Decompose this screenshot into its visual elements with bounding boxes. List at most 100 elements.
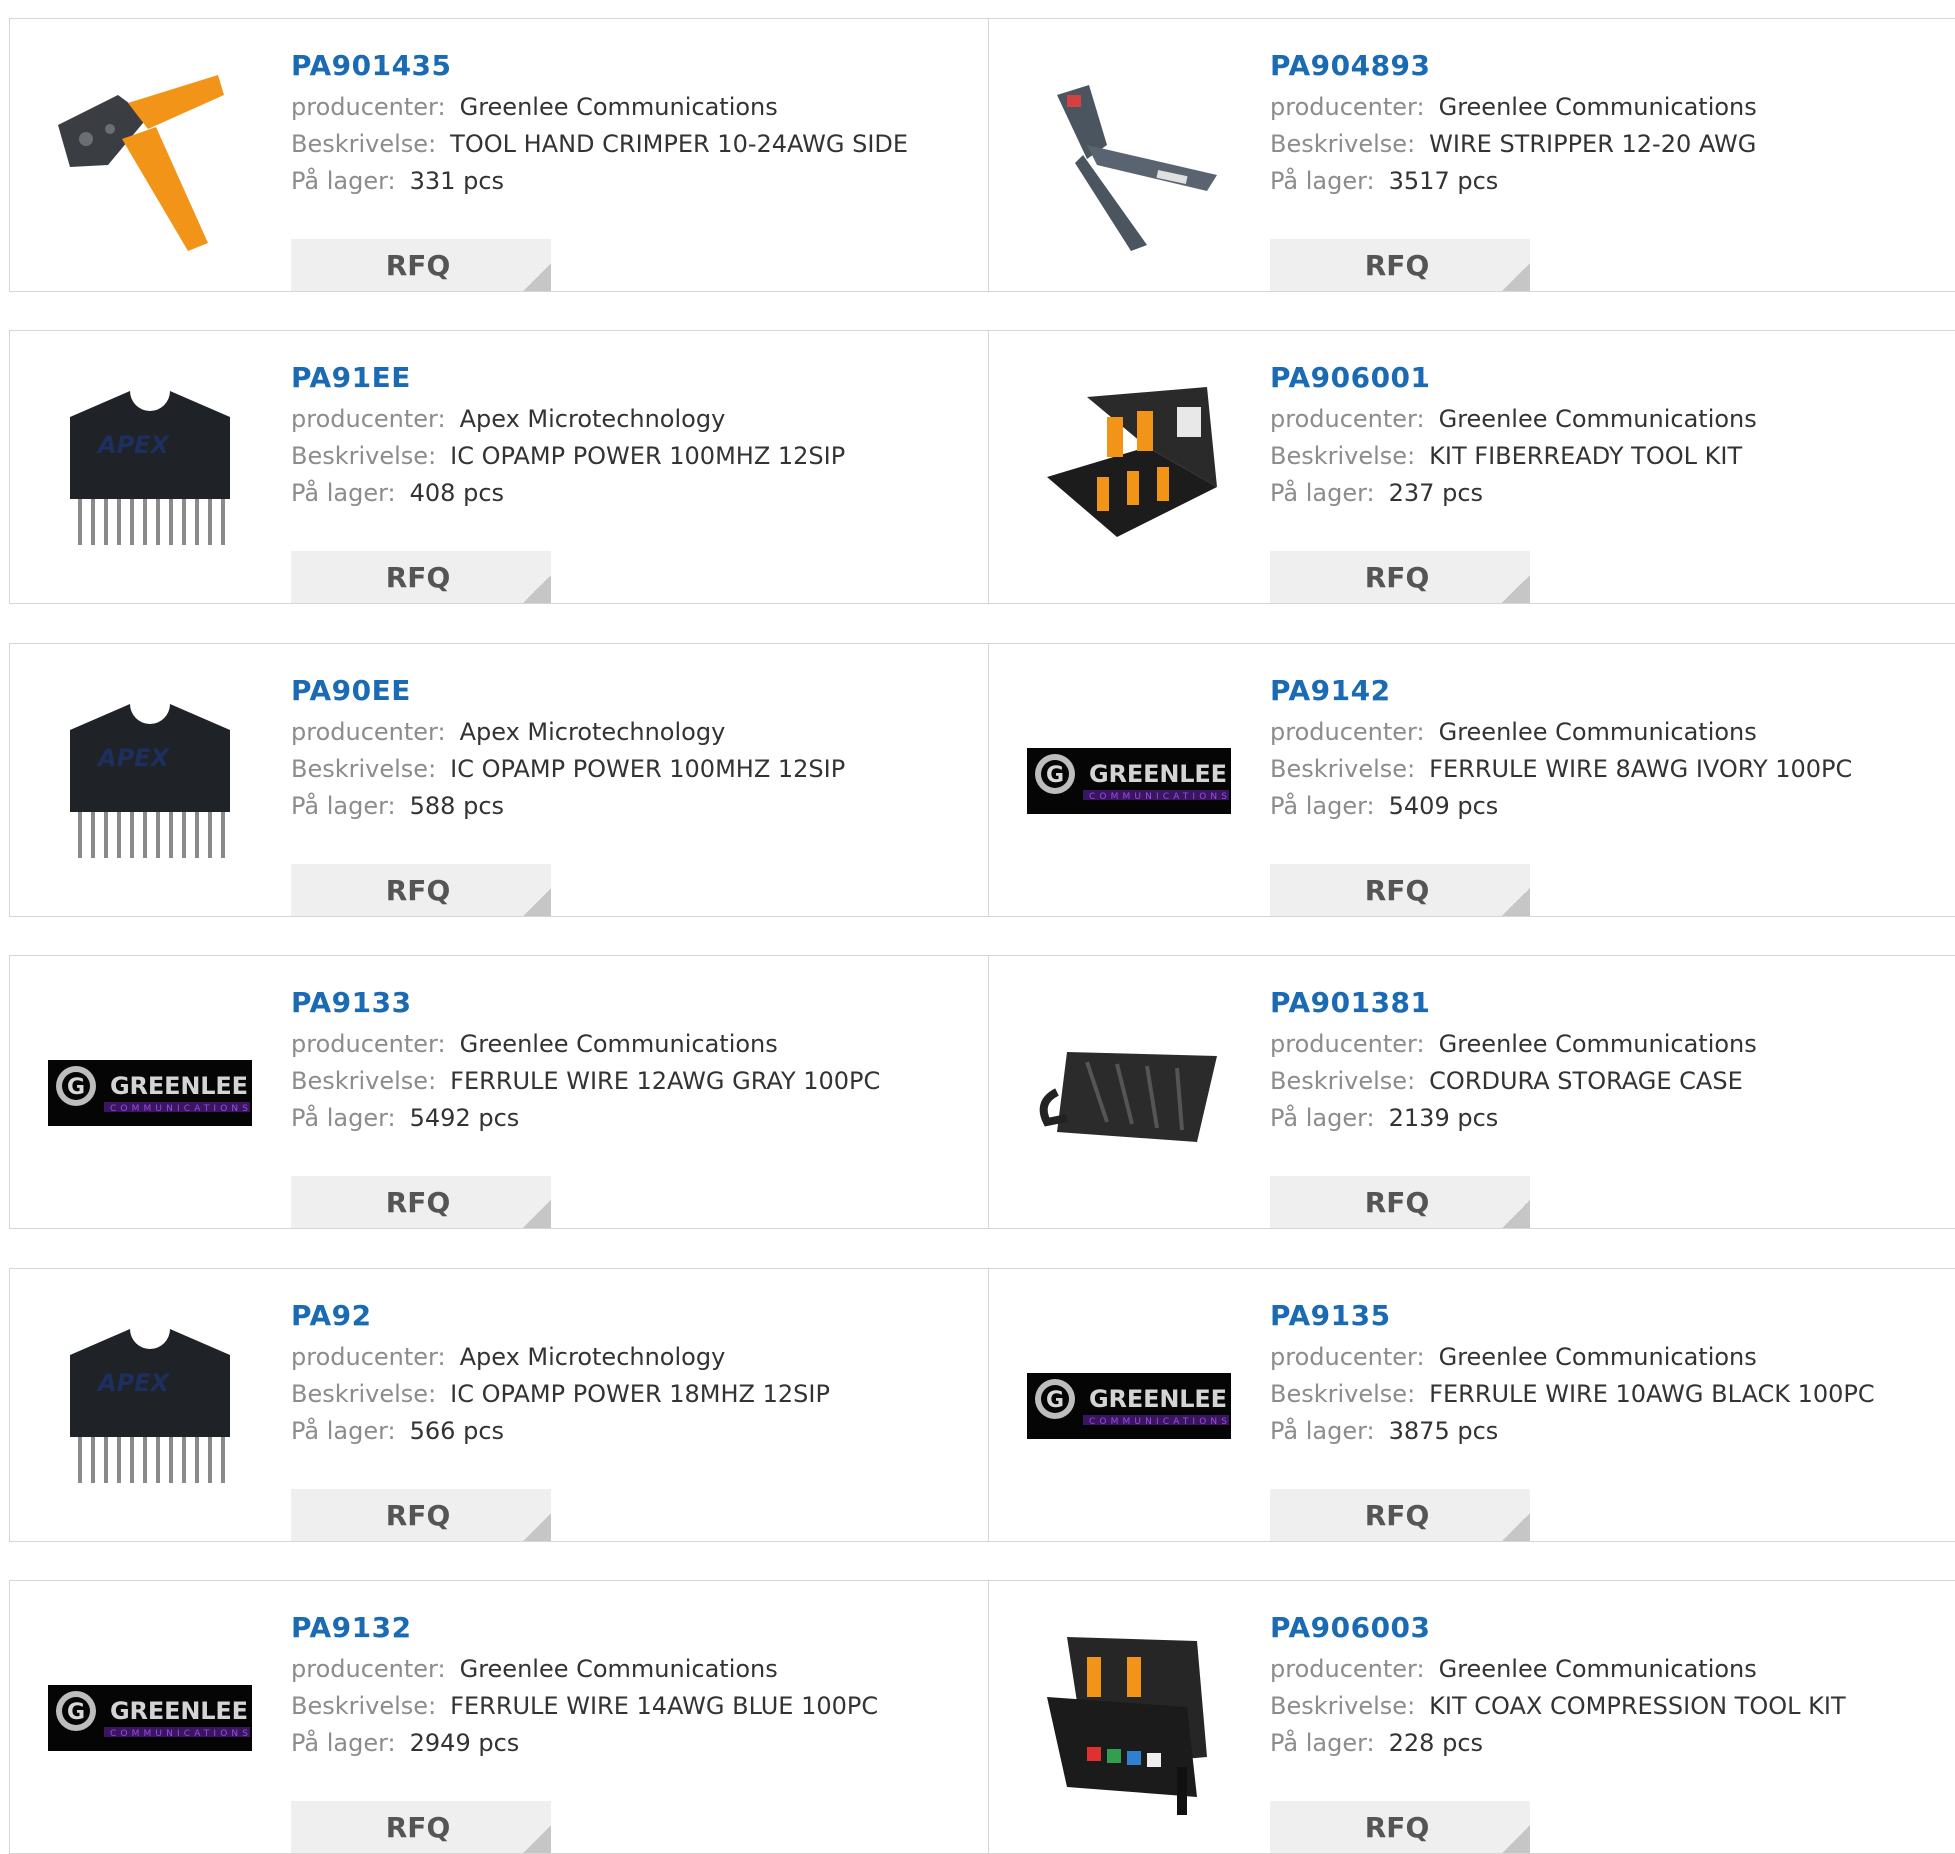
part-number-link[interactable]: PA901381 — [1270, 986, 1945, 1026]
svg-text:G: G — [1046, 763, 1064, 788]
product-info: PA9142 producenter: Greenlee Communicatio… — [1270, 674, 1945, 916]
description-line: Beskrivelse: FERRULE WIRE 10AWG BLACK 100… — [1270, 1376, 1945, 1413]
rfq-button[interactable]: RFQ — [291, 1176, 551, 1228]
manufacturer-line: producenter: Greenlee Communications — [1270, 89, 1945, 126]
rfq-button[interactable]: RFQ — [291, 551, 551, 603]
manufacturer-line: producenter: Greenlee Communications — [1270, 1339, 1945, 1376]
stock-line: På lager: 237 pcs — [1270, 475, 1945, 512]
product-image[interactable] — [1027, 367, 1231, 567]
stock-value: 228 pcs — [1388, 1729, 1484, 1757]
rfq-button[interactable]: RFQ — [1270, 551, 1530, 603]
part-number-link[interactable]: PA92 — [291, 1299, 978, 1339]
stock-line: På lager: 5492 pcs — [291, 1100, 978, 1137]
corner-fold-icon — [1502, 888, 1530, 916]
rfq-button[interactable]: RFQ — [1270, 239, 1530, 291]
product-info: PA904893 producenter: Greenlee Communicat… — [1270, 49, 1945, 291]
product-image[interactable]: APEX — [48, 680, 252, 880]
rfq-button-label: RFQ — [385, 560, 451, 594]
product-info: PA901381 producenter: Greenlee Communicat… — [1270, 986, 1945, 1228]
product-card: PA906003 producenter: Greenlee Communicat… — [988, 1580, 1955, 1854]
manufacturer-label: producenter: — [1270, 405, 1425, 433]
manufacturer-value: Greenlee Communications — [459, 1655, 778, 1683]
corner-fold-icon — [1502, 575, 1530, 603]
part-number-link[interactable]: PA9135 — [1270, 1299, 1945, 1339]
manufacturer-value: Greenlee Communications — [1438, 405, 1757, 433]
stock-label: På lager: — [291, 1417, 396, 1445]
svg-text:APEX: APEX — [96, 1369, 171, 1397]
corner-fold-icon — [523, 1513, 551, 1541]
rfq-button[interactable]: RFQ — [1270, 1489, 1530, 1541]
stock-value: 5409 pcs — [1388, 792, 1499, 820]
product-image[interactable] — [1027, 992, 1231, 1192]
manufacturer-label: producenter: — [291, 93, 446, 121]
corner-fold-icon — [523, 575, 551, 603]
rfq-button[interactable]: RFQ — [1270, 1176, 1530, 1228]
part-number-link[interactable]: PA904893 — [1270, 49, 1945, 89]
description-label: Beskrivelse: — [1270, 1692, 1416, 1720]
product-image[interactable] — [1027, 1617, 1231, 1817]
product-image[interactable] — [1027, 55, 1231, 255]
manufacturer-label: producenter: — [1270, 1655, 1425, 1683]
stock-label: På lager: — [1270, 1729, 1375, 1757]
part-number-link[interactable]: PA91EE — [291, 361, 978, 401]
rfq-button-label: RFQ — [385, 248, 451, 282]
manufacturer-value: Apex Microtechnology — [459, 718, 726, 746]
manufacturer-value: Apex Microtechnology — [459, 405, 726, 433]
manufacturer-line: producenter: Greenlee Communications — [291, 89, 978, 126]
part-number-link[interactable]: PA906003 — [1270, 1611, 1945, 1651]
manufacturer-value: Greenlee Communications — [1438, 1030, 1757, 1058]
part-number-link[interactable]: PA9133 — [291, 986, 978, 1026]
description-line: Beskrivelse: CORDURA STORAGE CASE — [1270, 1063, 1945, 1100]
description-line: Beskrivelse: FERRULE WIRE 8AWG IVORY 100P… — [1270, 751, 1945, 788]
product-image[interactable]: G GREENLEE COMMUNICATIONS — [48, 1617, 252, 1817]
corner-fold-icon — [523, 888, 551, 916]
rfq-button[interactable]: RFQ — [291, 864, 551, 916]
manufacturer-line: producenter: Apex Microtechnology — [291, 401, 978, 438]
rfq-button-label: RFQ — [1364, 560, 1430, 594]
rfq-button[interactable]: RFQ — [1270, 864, 1530, 916]
stock-line: På lager: 3517 pcs — [1270, 163, 1945, 200]
product-card: PA901435 producenter: Greenlee Communicat… — [9, 18, 989, 292]
product-image[interactable]: APEX — [48, 367, 252, 567]
stock-value: 237 pcs — [1388, 479, 1484, 507]
rfq-button[interactable]: RFQ — [291, 239, 551, 291]
description-value: IC OPAMP POWER 100MHZ 12SIP — [450, 755, 846, 783]
rfq-button[interactable]: RFQ — [1270, 1801, 1530, 1853]
stock-line: På lager: 5409 pcs — [1270, 788, 1945, 825]
product-info: PA901435 producenter: Greenlee Communicat… — [291, 49, 978, 291]
part-number-link[interactable]: PA90EE — [291, 674, 978, 714]
part-number-link[interactable]: PA906001 — [1270, 361, 1945, 401]
description-line: Beskrivelse: IC OPAMP POWER 100MHZ 12SIP — [291, 438, 978, 475]
product-card: PA901381 producenter: Greenlee Communicat… — [988, 955, 1955, 1229]
product-image[interactable] — [48, 55, 252, 255]
manufacturer-label: producenter: — [291, 405, 446, 433]
manufacturer-line: producenter: Greenlee Communications — [1270, 401, 1945, 438]
manufacturer-label: producenter: — [1270, 1030, 1425, 1058]
part-number-link[interactable]: PA901435 — [291, 49, 978, 89]
svg-text:GREENLEE: GREENLEE — [110, 1072, 248, 1100]
part-number-link[interactable]: PA9142 — [1270, 674, 1945, 714]
corner-fold-icon — [1502, 1513, 1530, 1541]
part-number-link[interactable]: PA9132 — [291, 1611, 978, 1651]
product-image[interactable]: G GREENLEE COMMUNICATIONS — [1027, 680, 1231, 880]
svg-text:G: G — [1046, 1388, 1064, 1413]
description-label: Beskrivelse: — [291, 1380, 437, 1408]
stock-value: 566 pcs — [409, 1417, 505, 1445]
rfq-button-label: RFQ — [385, 1498, 451, 1532]
product-image[interactable]: G GREENLEE COMMUNICATIONS — [1027, 1305, 1231, 1505]
svg-text:GREENLEE: GREENLEE — [1089, 1385, 1227, 1413]
product-card: PA906001 producenter: Greenlee Communicat… — [988, 330, 1955, 604]
product-card: APEX PA90EE producenter: Apex Microtechno… — [9, 643, 989, 917]
manufacturer-value: Apex Microtechnology — [459, 1343, 726, 1371]
product-image[interactable]: G GREENLEE COMMUNICATIONS — [48, 992, 252, 1192]
description-value: TOOL HAND CRIMPER 10-24AWG SIDE — [450, 130, 909, 158]
svg-text:GREENLEE: GREENLEE — [1089, 760, 1227, 788]
rfq-button[interactable]: RFQ — [291, 1489, 551, 1541]
stock-label: På lager: — [1270, 479, 1375, 507]
stock-value: 3517 pcs — [1388, 167, 1499, 195]
product-image[interactable]: APEX — [48, 1305, 252, 1505]
manufacturer-label: producenter: — [1270, 1343, 1425, 1371]
stock-line: På lager: 2139 pcs — [1270, 1100, 1945, 1137]
rfq-button[interactable]: RFQ — [291, 1801, 551, 1853]
manufacturer-value: Greenlee Communications — [1438, 1655, 1757, 1683]
